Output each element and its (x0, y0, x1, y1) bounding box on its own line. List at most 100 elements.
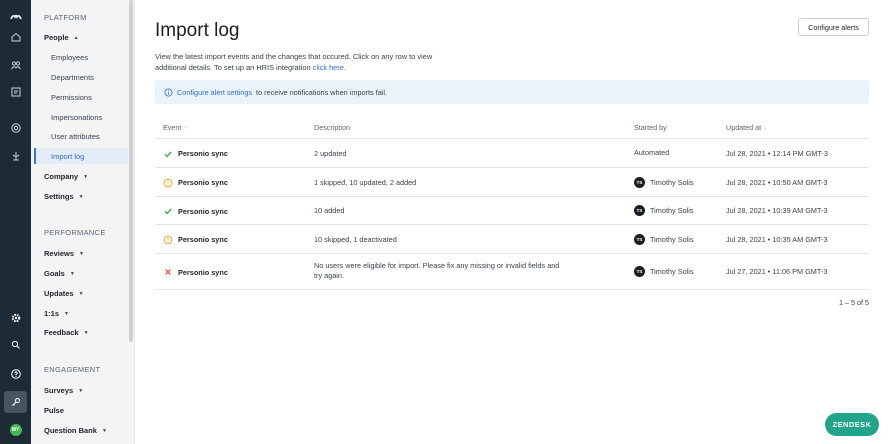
caret-down-icon: ▼ (83, 329, 89, 336)
sidebar-nav: PLATFORM People ▲ Employees Departments P… (31, 0, 135, 444)
nav-settings[interactable]: Settings ▼ (44, 192, 84, 201)
icon-rail: MY (0, 0, 31, 444)
nav-import-log[interactable]: Import log (51, 152, 84, 161)
sort-desc-icon: ↓ (764, 124, 767, 131)
event-name: Personio sync (178, 267, 228, 277)
target-icon[interactable] (0, 117, 31, 139)
main-content: Import log Configure alerts View the lat… (135, 0, 890, 444)
nav-reviews-label: Reviews (44, 249, 75, 258)
avatar-initials: MY (9, 424, 22, 436)
event-description: 1 skipped, 10 updated, 2 added (314, 177, 417, 187)
col-updated-at[interactable]: Updated at ↓ (726, 123, 767, 132)
table-body: Personio sync 2 updated Automated Jul 28, 2… (155, 139, 869, 290)
col-started-by: Started by (634, 123, 667, 132)
table-row[interactable]: Personio sync No users were eligible for … (155, 254, 869, 290)
avatar: TS (634, 266, 645, 277)
col-event-label: Event (163, 123, 182, 132)
nav-permissions[interactable]: Permissions (51, 93, 92, 102)
import-log-table: Event ↑ Description Started by Updated at… (155, 116, 869, 290)
table-row[interactable]: Personio sync 10 skipped, 1 deactivated TS… (155, 225, 869, 254)
nav-updates[interactable]: Updates ▼ (44, 289, 84, 298)
nav-question-bank[interactable]: Question Bank ▼ (44, 426, 107, 435)
section-performance: PERFORMANCE (44, 228, 106, 237)
col-description: Description (314, 123, 350, 132)
event-description: 10 skipped, 1 deactivated (314, 234, 397, 244)
nav-one-on-ones-label: 1:1s (44, 309, 60, 318)
avatar: TS (634, 176, 645, 188)
event-name: Personio sync (178, 178, 228, 187)
alert-banner: Configure alert settings to receive noti… (155, 80, 869, 104)
home-icon[interactable] (0, 26, 31, 48)
nav-impersonations[interactable]: Impersonations (51, 113, 102, 122)
intro-text: View the latest import events and the ch… (155, 52, 455, 73)
nav-one-on-ones[interactable]: 1:1s ▼ (44, 309, 69, 318)
caret-down-icon: ▼ (79, 250, 84, 257)
nav-people-label: People (44, 33, 69, 42)
logo-icon[interactable] (0, 6, 31, 28)
hris-link[interactable]: click here. (313, 63, 346, 72)
page-title: Import log (155, 20, 240, 41)
nav-departments[interactable]: Departments (51, 73, 94, 82)
nav-goals[interactable]: Goals ▼ (44, 269, 75, 278)
tree-icon[interactable] (0, 145, 31, 167)
caret-down-icon: ▼ (78, 387, 84, 394)
nav-feedback[interactable]: Feedback ▼ (44, 328, 89, 337)
nav-company[interactable]: Company ▼ (44, 172, 88, 181)
col-updated-at-label: Updated at (726, 123, 762, 132)
pagination-info: 1 – 5 of 5 (839, 298, 869, 307)
search-icon[interactable] (0, 334, 31, 356)
updated-at: Jul 28, 2021 • 10:35 AM GMT-3 (726, 234, 828, 244)
nav-surveys[interactable]: Surveys ▼ (44, 386, 83, 395)
caret-down-icon: ▼ (101, 427, 107, 434)
event-name: Personio sync (178, 206, 228, 216)
nav-surveys-label: Surveys (44, 386, 74, 395)
people-icon[interactable] (0, 54, 31, 76)
event-name: Personio sync (178, 149, 228, 158)
updated-at: Jul 27, 2021 • 11:06 PM GMT-3 (726, 267, 828, 276)
event-name: Personio sync (178, 235, 228, 244)
caret-down-icon: ▼ (78, 290, 84, 297)
table-row[interactable]: Personio sync 2 updated Automated Jul 28, 2… (155, 139, 869, 168)
help-icon[interactable] (0, 363, 31, 385)
started-by: Timothy Solis (650, 206, 694, 215)
nav-people[interactable]: People ▲ (44, 33, 79, 42)
table-row[interactable]: Personio sync 10 added TS Timothy Solis Jul … (155, 197, 869, 225)
nav-feedback-label: Feedback (44, 328, 79, 337)
updated-at: Jul 28, 2021 • 12:14 PM GMT-3 (726, 148, 828, 158)
nav-updates-label: Updates (44, 289, 74, 298)
nav-reviews[interactable]: Reviews ▼ (44, 249, 84, 258)
updated-at: Jul 28, 2021 • 10:39 AM GMT-3 (726, 206, 828, 215)
reports-icon[interactable] (0, 81, 31, 103)
nav-question-bank-label: Question Bank (44, 426, 97, 435)
gear-icon[interactable] (0, 307, 31, 329)
warning-icon (163, 178, 173, 188)
avatar: TS (634, 233, 645, 245)
started-by: Automated (634, 147, 670, 157)
intro-body: View the latest import events and the ch… (155, 52, 433, 72)
table-row[interactable]: Personio sync 1 skipped, 10 updated, 2 ad… (155, 168, 869, 197)
configure-alerts-button[interactable]: Configure alerts (798, 18, 869, 36)
caret-down-icon: ▼ (64, 310, 69, 317)
updated-at: Jul 28, 2021 • 10:50 AM GMT-3 (726, 177, 828, 187)
caret-down-icon: ▼ (78, 193, 84, 200)
nav-pulse[interactable]: Pulse (44, 406, 64, 415)
configure-alert-settings-link[interactable]: Configure alert settings (177, 88, 252, 97)
caret-up-icon: ▲ (73, 34, 79, 41)
caret-down-icon: ▼ (69, 270, 75, 277)
error-x-icon (163, 267, 173, 277)
nav-employees[interactable]: Employees (51, 53, 88, 62)
nav-goals-label: Goals (44, 269, 65, 278)
key-icon[interactable] (4, 391, 27, 413)
started-by: Timothy Solis (650, 177, 694, 187)
caret-down-icon: ▼ (83, 173, 89, 180)
sidebar-scrollbar[interactable] (129, 0, 133, 342)
col-event[interactable]: Event ↑ (163, 123, 187, 132)
started-by: Timothy Solis (650, 234, 694, 244)
section-platform: PLATFORM (44, 13, 87, 22)
info-icon (164, 87, 173, 97)
zendesk-button[interactable]: ZENDESK (825, 413, 879, 436)
user-avatar[interactable]: MY (0, 419, 31, 441)
nav-user-attributes[interactable]: User attributes (51, 132, 100, 141)
section-engagement: ENGAGEMENT (44, 365, 101, 374)
nav-pulse-label: Pulse (44, 406, 65, 415)
